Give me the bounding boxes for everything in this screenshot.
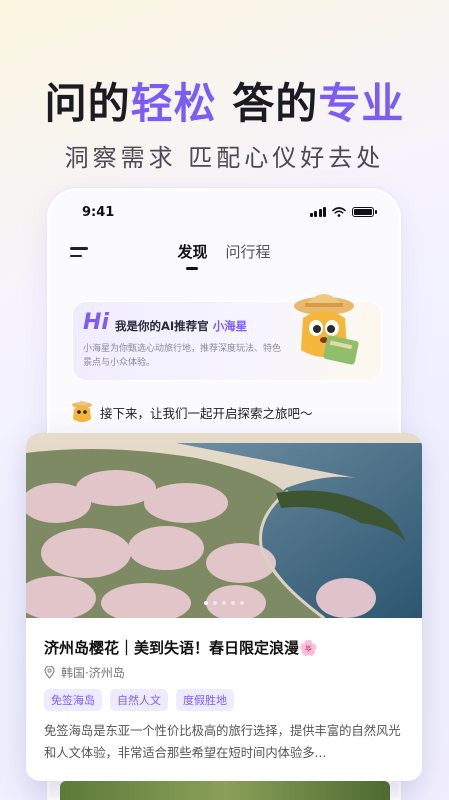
next-card-peek[interactable] xyxy=(60,781,390,800)
carousel-dot[interactable] xyxy=(231,601,235,605)
tab-bar: 发现 问行程 xyxy=(50,241,398,270)
post-location-text: 韩国·济州岛 xyxy=(61,666,125,680)
tag[interactable]: 度假胜地 xyxy=(176,689,234,711)
carousel-dot[interactable] xyxy=(222,601,226,605)
destination-photo xyxy=(26,433,422,618)
ai-headline: 我是你的AI推荐官 小海星 xyxy=(115,318,247,334)
tag[interactable]: 自然人文 xyxy=(110,689,168,711)
ai-recommender-card[interactable]: Hi 我是你的AI推荐官 小海星 小海星为你甄选心动旅行地，推荐深度玩法、特色景点… xyxy=(72,294,382,381)
prompt-text: 接下来，让我们一起开启探索之旅吧～ xyxy=(100,405,313,421)
status-time: 9:41 xyxy=(82,205,115,220)
status-icons xyxy=(309,207,377,217)
wifi-icon xyxy=(332,207,346,217)
post-title[interactable]: 济州岛樱花｜美到失语！春日限定浪漫🌸 xyxy=(44,637,318,658)
destination-card[interactable]: 济州岛樱花｜美到失语！春日限定浪漫🌸 韩国·济州岛 免签海岛 自然人文 度假胜地… xyxy=(26,433,422,781)
mini-mascot-icon xyxy=(72,401,92,422)
carousel-indicator xyxy=(26,601,422,605)
hero-title-accent2: 专业 xyxy=(318,79,405,128)
carousel-dot[interactable] xyxy=(240,601,244,605)
status-bar: 9:41 xyxy=(50,191,398,231)
location-pin-icon xyxy=(44,666,55,679)
carousel-dot[interactable] xyxy=(204,601,208,605)
ai-headline-text: 我是你的AI推荐官 xyxy=(115,319,209,333)
hero-title: 问的轻松 答的专业 xyxy=(0,70,449,131)
tag[interactable]: 免签海岛 xyxy=(44,689,102,711)
hero-title-part1: 问的 xyxy=(44,79,131,128)
ai-hi-label: Hi xyxy=(83,310,109,335)
mascot-icon xyxy=(294,294,359,365)
ai-assistant-name: 小海星 xyxy=(212,319,248,333)
hero-title-part3: 答的 xyxy=(216,79,319,128)
tab-discover[interactable]: 发现 xyxy=(177,241,207,270)
ai-description: 小海星为你甄选心动旅行地，推荐深度玩法、特色景点与小众体验。 xyxy=(83,344,282,368)
hero-subtitle: 洞察需求 匹配心仪好去处 xyxy=(64,144,385,172)
post-body: 免签海岛是东亚一个性价比极高的旅行选择，提供丰富的自然风光和人文体验，非常适合那… xyxy=(44,724,401,760)
tab-ask-itinerary[interactable]: 问行程 xyxy=(226,241,271,270)
post-location: 韩国·济州岛 xyxy=(44,664,125,681)
carousel-dot[interactable] xyxy=(213,601,217,605)
hero-title-accent1: 轻松 xyxy=(130,79,217,128)
prompt-row: 接下来，让我们一起开启探索之旅吧～ xyxy=(70,399,313,425)
post-tags: 免签海岛 自然人文 度假胜地 xyxy=(44,689,234,711)
battery-icon xyxy=(352,207,377,217)
top-nav: 发现 问行程 xyxy=(50,233,398,269)
signal-icon xyxy=(309,207,326,217)
